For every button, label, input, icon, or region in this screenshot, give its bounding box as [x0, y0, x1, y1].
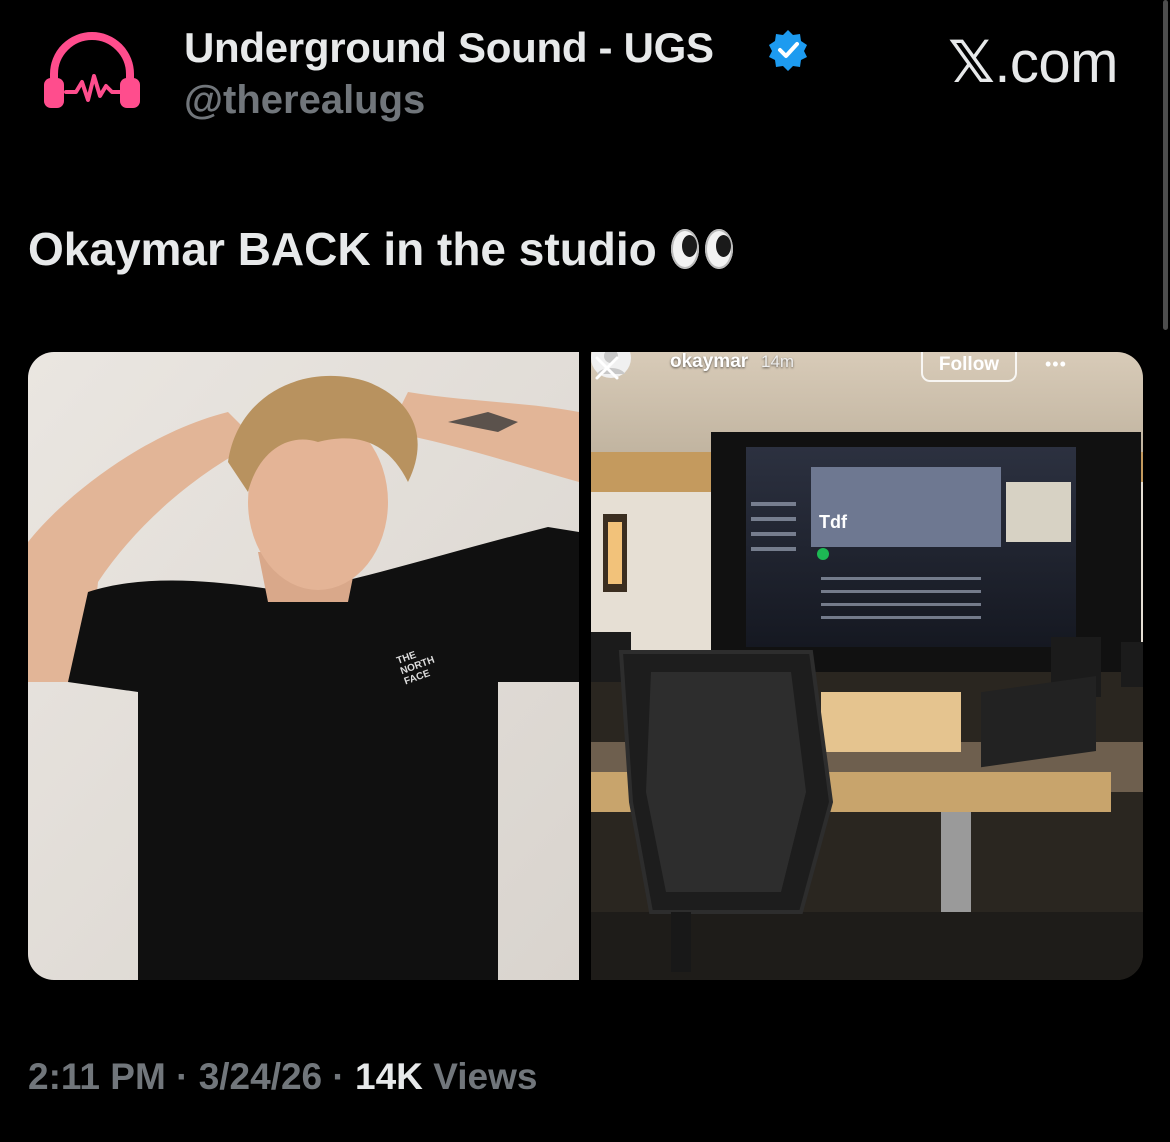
man-photo-image: THE NORTH FACE — [28, 352, 579, 980]
views-label: Views — [433, 1056, 538, 1097]
verified-badge-icon — [769, 30, 807, 71]
tweet-meta: 2:11 PM · 3/24/26 · 14K Views — [28, 1056, 537, 1098]
eye-left — [670, 229, 699, 269]
story-username[interactable]: okaymar — [670, 352, 748, 373]
meta-separator: · — [322, 1056, 356, 1097]
screen-title: Tdf — [819, 512, 848, 532]
tweet-date[interactable]: 3/24/26 — [199, 1056, 322, 1097]
more-options-icon[interactable]: ••• — [1045, 354, 1067, 375]
story-timestamp: 14m — [761, 352, 795, 371]
x-brand-logo: 𝕏.com — [948, 28, 1118, 96]
studio-photo-image: Tdf — [591, 352, 1143, 980]
scrollbar-thumb[interactable] — [1163, 0, 1168, 330]
media-photo-left[interactable]: THE NORTH FACE — [28, 352, 579, 980]
scrollbar[interactable] — [1158, 0, 1170, 330]
tweet-body: Okaymar BACK in the studio — [28, 223, 657, 275]
story-overlay: okaymar 14m Follow ••• — [591, 352, 1143, 396]
eye-right — [704, 229, 733, 269]
display-name[interactable]: Underground Sound - UGS — [184, 24, 714, 72]
tweet-time[interactable]: 2:11 PM — [28, 1056, 166, 1097]
close-icon[interactable] — [591, 352, 623, 384]
meta-separator: · — [165, 1056, 199, 1097]
eyes-emoji-icon — [670, 229, 733, 269]
x-logo-icon: 𝕏 — [948, 28, 995, 96]
headphones-waveform-icon — [44, 32, 140, 108]
user-handle[interactable]: @therealugs — [184, 78, 425, 123]
views-count: 14K — [355, 1056, 423, 1097]
follow-button[interactable]: Follow — [921, 352, 1017, 382]
media-photo-right[interactable]: Tdf okaymar 14m Follow ••• — [591, 352, 1143, 980]
tweet-text: Okaymar BACK in the studio — [28, 222, 733, 276]
brand-domain: .com — [994, 30, 1118, 95]
profile-avatar[interactable] — [40, 26, 144, 116]
